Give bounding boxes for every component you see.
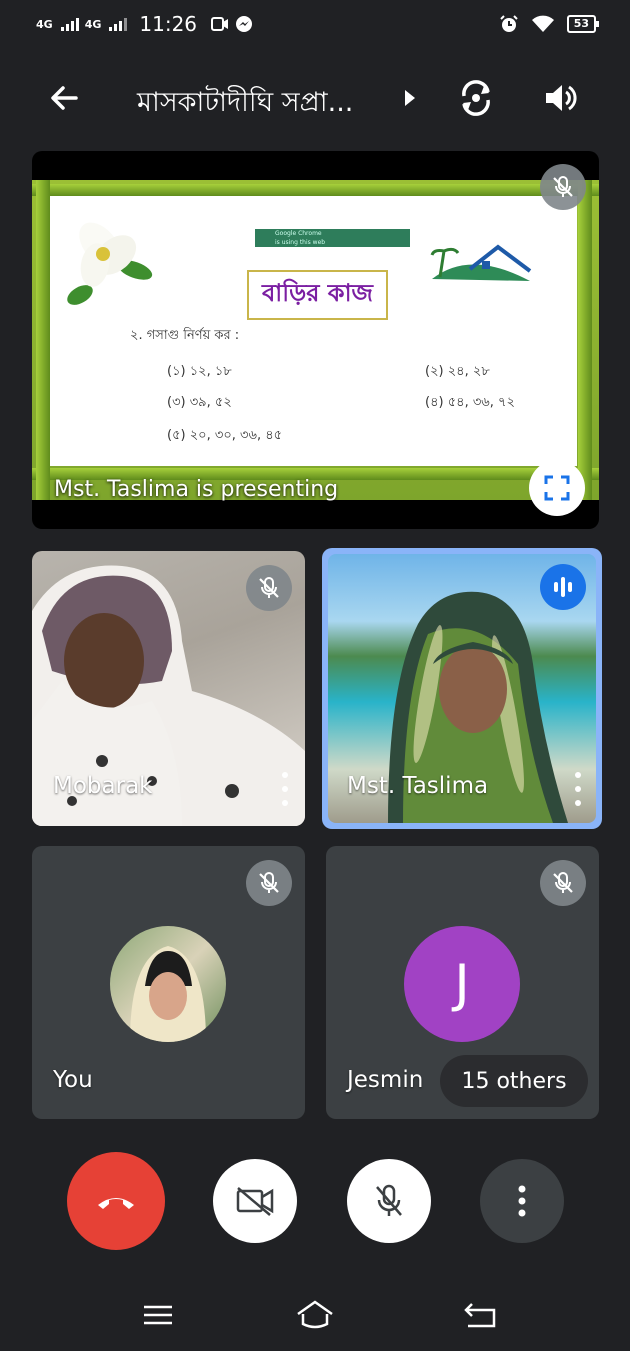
- status-right: 53: [499, 14, 600, 34]
- slide-item-1: (১) ১২, ১৮: [167, 364, 232, 379]
- switch-camera-icon[interactable]: [456, 78, 496, 118]
- speaking-indicator-icon: [540, 564, 586, 610]
- more-options-button[interactable]: [480, 1159, 564, 1243]
- you-avatar-photo: [130, 946, 206, 1042]
- others-count-chip[interactable]: 15 others: [440, 1055, 588, 1107]
- screen-record-icon: [211, 17, 229, 31]
- mic-toggle-button[interactable]: [347, 1159, 431, 1243]
- more-vert-icon: [518, 1185, 526, 1217]
- house-logo-icon: [430, 244, 532, 281]
- jesmin-mic-off-icon: [540, 860, 586, 906]
- camera-off-icon: [236, 1187, 274, 1216]
- network-indicator-2: 4G: [84, 17, 102, 31]
- slide-item-2: (২) ২৪, ২৮: [425, 364, 490, 379]
- participant-tile-jesmin[interactable]: J Jesmin 15 others: [326, 846, 599, 1119]
- slide-item-5: (৫) ২০, ৩০, ৩৬, ৪৫: [167, 428, 283, 443]
- menu-icon[interactable]: [138, 1298, 178, 1332]
- chrome-notification: Google Chrome is using this web: [255, 229, 410, 247]
- status-left: 4G 4G 11:26: [36, 12, 253, 36]
- meeting-title[interactable]: মাসকাটাদীঘি সপ্রা...: [137, 82, 353, 127]
- bamboo-frame-top: [32, 184, 599, 196]
- you-avatar: [110, 926, 226, 1042]
- shared-slide: Google Chrome is using this web বাড়ির ক…: [32, 180, 599, 500]
- signal-icon: [60, 17, 79, 31]
- end-call-button[interactable]: [67, 1152, 165, 1250]
- fullscreen-button[interactable]: [529, 460, 585, 516]
- back-nav-icon[interactable]: [460, 1298, 500, 1332]
- participant-name-you: You: [53, 1067, 93, 1093]
- taslima-more-options-icon[interactable]: [574, 772, 582, 806]
- camera-toggle-button[interactable]: [213, 1159, 297, 1243]
- presenter-mic-off-icon: [540, 164, 586, 210]
- network-indicator-1: 4G: [36, 17, 53, 31]
- wifi-icon: [531, 15, 554, 32]
- presentation-tile[interactable]: Google Chrome is using this web বাড়ির ক…: [32, 151, 599, 529]
- jesmin-avatar: J: [404, 926, 520, 1042]
- clock: 11:26: [139, 12, 198, 36]
- app-bar: মাসকাটাদীঘি সপ্রা...: [0, 60, 630, 140]
- participant-tile-you[interactable]: You: [32, 846, 305, 1119]
- chrome-notification-line2: is using this web: [275, 239, 326, 246]
- participant-name-taslima: Mst. Taslima: [347, 773, 489, 799]
- phone-hangup-icon: [98, 1198, 134, 1209]
- fullscreen-icon: [544, 475, 570, 501]
- system-navbar: [0, 1290, 630, 1340]
- participant-name-jesmin: Jesmin: [347, 1067, 424, 1093]
- bamboo-frame-right: [578, 180, 592, 500]
- mobarak-more-options-icon[interactable]: [281, 772, 289, 806]
- status-bar: 4G 4G 11:26 53: [0, 0, 630, 50]
- mic-off-icon: [376, 1184, 402, 1216]
- you-mic-off-icon: [246, 860, 292, 906]
- mobarak-mic-off-icon: [246, 565, 292, 611]
- alarm-icon: [499, 15, 518, 32]
- slide-title: বাড়ির কাজ: [247, 270, 388, 320]
- home-icon[interactable]: [295, 1298, 335, 1332]
- slide-item-4: (৪) ৫৪, ৩৬, ৭২: [425, 395, 515, 410]
- chevron-right-icon[interactable]: [405, 90, 415, 106]
- participant-tile-mobarak[interactable]: Mobarak: [32, 551, 305, 826]
- messenger-icon: [236, 16, 253, 32]
- slide-item-3: (৩) ৩৯, ৫২: [167, 395, 232, 410]
- flower-decoration: [67, 222, 153, 305]
- participant-name-mobarak: Mobarak: [53, 773, 153, 799]
- presenting-label: Mst. Taslima is presenting: [54, 477, 339, 502]
- battery-indicator: 53: [566, 15, 600, 33]
- back-arrow-icon[interactable]: [46, 80, 82, 116]
- chrome-notification-line1: Google Chrome: [275, 230, 322, 237]
- signal-icon: [109, 17, 128, 31]
- speaker-icon[interactable]: [540, 78, 580, 118]
- participant-tile-taslima[interactable]: Mst. Taslima: [322, 548, 602, 829]
